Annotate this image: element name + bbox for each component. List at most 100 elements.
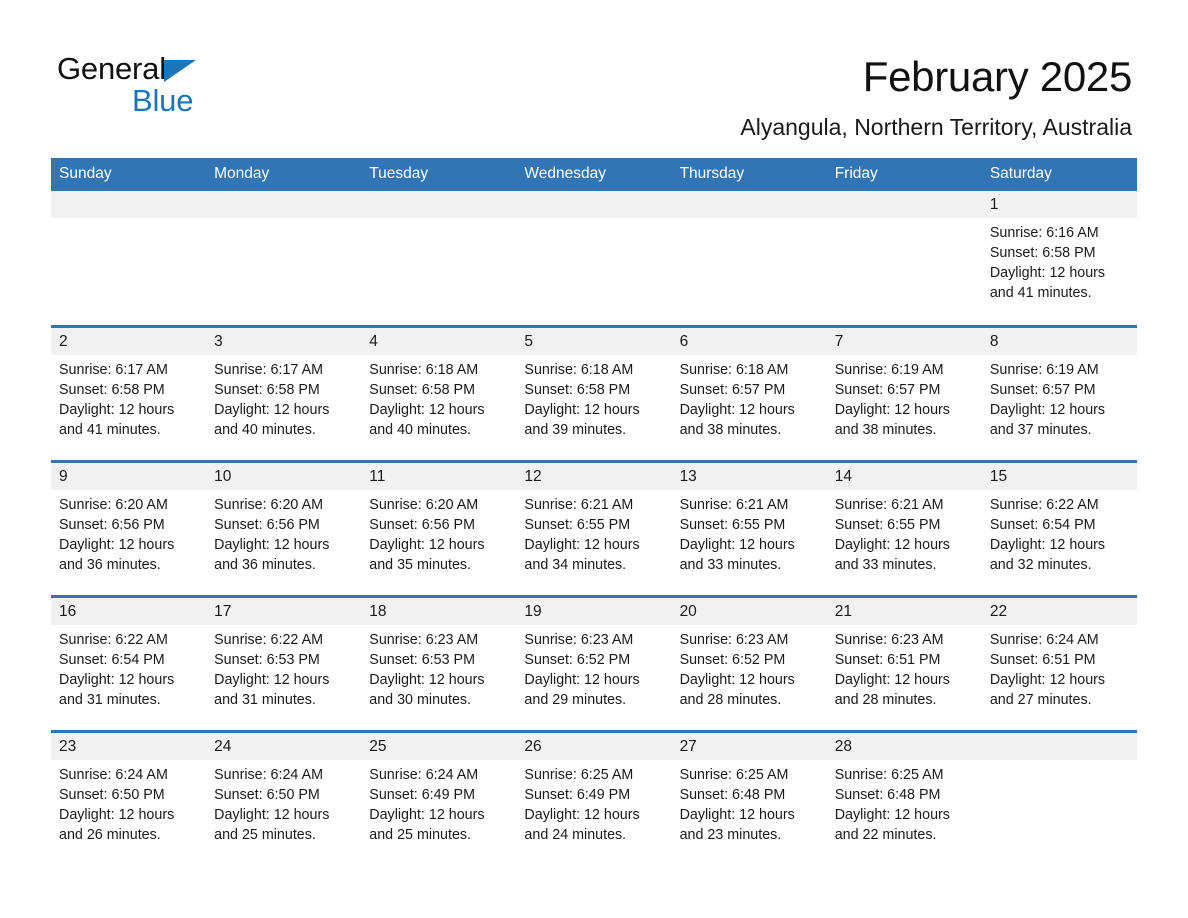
calendar-day-cell[interactable]: 15 Sunrise: 6:22 AM Sunset: 6:54 PM Dayligh…	[981, 459, 1137, 596]
day-detail-line: Sunrise: 6:19 AM	[834, 361, 944, 378]
calendar-day-cell[interactable]: 13 Sunrise: 6:21 AM Sunset: 6:55 PM Dayligh…	[671, 459, 827, 596]
triangle-flag-icon	[163, 60, 196, 82]
day-details: Sunrise: 6:19 AM Sunset: 6:57 PM Daylight:…	[827, 355, 982, 440]
day-number: 15	[981, 462, 1137, 490]
day-cell-inner: 7 Sunrise: 6:19 AM Sunset: 6:57 PM Daylight…	[826, 327, 982, 460]
day-cell-inner	[826, 191, 982, 325]
calendar-empty-cell	[516, 191, 672, 326]
calendar-day-cell[interactable]: 23 Sunrise: 6:24 AM Sunset: 6:50 PM Dayligh…	[51, 729, 207, 866]
day-detail-line: Daylight: 12 hours	[369, 536, 485, 553]
day-detail-line: Sunset: 6:50 PM	[214, 786, 320, 803]
calendar-day-cell[interactable]: 3 Sunrise: 6:17 AM Sunset: 6:58 PM Daylight…	[206, 324, 362, 461]
day-number: 25	[361, 732, 517, 760]
calendar-day-cell[interactable]: 26 Sunrise: 6:25 AM Sunset: 6:49 PM Dayligh…	[516, 729, 672, 866]
day-detail-line: Sunrise: 6:25 AM	[834, 766, 944, 783]
day-detail-line: Sunrise: 6:18 AM	[369, 361, 479, 378]
day-details: Sunrise: 6:20 AM Sunset: 6:56 PM Daylight:…	[361, 490, 516, 575]
calendar-day-cell[interactable]: 27 Sunrise: 6:25 AM Sunset: 6:48 PM Dayligh…	[671, 729, 827, 866]
day-details: Sunrise: 6:20 AM Sunset: 6:56 PM Daylight:…	[51, 490, 206, 575]
day-detail-line: Daylight: 12 hours	[214, 536, 330, 553]
day-number	[51, 191, 207, 218]
day-details: Sunrise: 6:22 AM Sunset: 6:53 PM Daylight:…	[206, 625, 361, 710]
day-detail-line: Daylight: 12 hours	[369, 401, 485, 418]
day-detail-line: Sunset: 6:54 PM	[59, 651, 165, 668]
day-details	[827, 218, 982, 223]
calendar-day-cell[interactable]: 2 Sunrise: 6:17 AM Sunset: 6:58 PM Daylight…	[51, 324, 207, 461]
day-detail-line: Sunrise: 6:23 AM	[679, 631, 789, 648]
weekday-header-wednesday: Wednesday	[516, 158, 672, 191]
day-number: 8	[981, 327, 1137, 355]
day-details: Sunrise: 6:18 AM Sunset: 6:57 PM Daylight:…	[672, 355, 827, 440]
calendar-grid: Sunday Monday Tuesday Wednesday Thursday Frid…	[51, 158, 1137, 866]
weekday-header-monday: Monday	[206, 158, 362, 191]
calendar-day-cell[interactable]: 1 Sunrise: 6:16 AM Sunset: 6:58 PM Daylight…	[981, 191, 1137, 326]
day-details: Sunrise: 6:25 AM Sunset: 6:48 PM Daylight:…	[672, 760, 827, 845]
calendar-day-cell[interactable]: 9 Sunrise: 6:20 AM Sunset: 6:56 PM Daylight…	[51, 459, 207, 596]
day-cell-inner: 15 Sunrise: 6:22 AM Sunset: 6:54 PM Dayligh…	[981, 462, 1137, 595]
calendar-day-cell[interactable]: 20 Sunrise: 6:23 AM Sunset: 6:52 PM Dayligh…	[671, 594, 827, 731]
day-detail-line: Sunrise: 6:24 AM	[214, 766, 324, 783]
day-cell-inner	[516, 191, 672, 325]
day-number: 22	[981, 597, 1137, 625]
day-cell-inner	[361, 191, 517, 325]
day-number: 21	[826, 597, 982, 625]
day-detail-line: and 41 minutes.	[59, 421, 161, 438]
calendar-day-cell[interactable]: 7 Sunrise: 6:19 AM Sunset: 6:57 PM Daylight…	[826, 324, 982, 461]
day-number	[206, 191, 362, 218]
day-detail-line: Sunrise: 6:20 AM	[59, 496, 168, 513]
calendar-day-cell[interactable]: 6 Sunrise: 6:18 AM Sunset: 6:57 PM Daylight…	[671, 324, 827, 461]
day-details	[516, 218, 671, 223]
calendar-day-cell[interactable]: 14 Sunrise: 6:21 AM Sunset: 6:55 PM Dayligh…	[826, 459, 982, 596]
day-detail-line: Sunset: 6:48 PM	[834, 786, 941, 803]
calendar-day-cell[interactable]: 16 Sunrise: 6:22 AM Sunset: 6:54 PM Dayligh…	[51, 594, 207, 731]
day-number: 13	[671, 462, 827, 490]
day-detail-line: Sunset: 6:53 PM	[369, 651, 475, 668]
day-detail-line: and 40 minutes.	[369, 421, 472, 438]
day-number	[516, 191, 672, 218]
day-detail-line: Sunrise: 6:25 AM	[524, 766, 634, 783]
calendar-day-cell[interactable]: 22 Sunrise: 6:24 AM Sunset: 6:51 PM Dayligh…	[981, 594, 1137, 731]
calendar-empty-cell	[51, 191, 207, 326]
calendar-day-cell[interactable]: 28 Sunrise: 6:25 AM Sunset: 6:48 PM Dayligh…	[826, 729, 982, 866]
calendar-day-cell[interactable]: 19 Sunrise: 6:23 AM Sunset: 6:52 PM Dayligh…	[516, 594, 672, 731]
day-detail-line: Sunset: 6:58 PM	[989, 245, 1096, 262]
day-detail-line: Daylight: 12 hours	[59, 401, 175, 418]
day-detail-line: Sunset: 6:53 PM	[214, 651, 320, 668]
day-details: Sunrise: 6:22 AM Sunset: 6:54 PM Daylight:…	[982, 490, 1137, 575]
day-detail-line: Daylight: 12 hours	[59, 671, 175, 688]
day-number: 24	[206, 732, 362, 760]
brand-name-general: General	[57, 51, 166, 86]
day-detail-line: Sunset: 6:58 PM	[59, 381, 165, 398]
day-cell-inner: 3 Sunrise: 6:17 AM Sunset: 6:58 PM Daylight…	[206, 327, 362, 460]
day-detail-line: Sunset: 6:54 PM	[989, 516, 1096, 533]
day-number: 2	[51, 327, 207, 355]
calendar-empty-cell	[206, 191, 362, 326]
day-number: 6	[671, 327, 827, 355]
day-detail-line: and 22 minutes.	[834, 826, 937, 843]
day-detail-line: Sunset: 6:50 PM	[59, 786, 165, 803]
calendar-day-cell[interactable]: 11 Sunrise: 6:20 AM Sunset: 6:56 PM Dayligh…	[361, 459, 517, 596]
calendar-day-cell[interactable]: 17 Sunrise: 6:22 AM Sunset: 6:53 PM Dayligh…	[206, 594, 362, 731]
page-header: General Blue February 2025 Alyangula, No…	[0, 0, 1188, 158]
day-cell-inner: 4 Sunrise: 6:18 AM Sunset: 6:58 PM Daylight…	[361, 327, 517, 460]
day-detail-line: Sunset: 6:52 PM	[679, 651, 786, 668]
day-detail-line: Sunrise: 6:22 AM	[989, 496, 1099, 513]
calendar-day-cell[interactable]: 24 Sunrise: 6:24 AM Sunset: 6:50 PM Dayligh…	[206, 729, 362, 866]
calendar-day-cell[interactable]: 21 Sunrise: 6:23 AM Sunset: 6:51 PM Dayligh…	[826, 594, 982, 731]
day-cell-inner: 2 Sunrise: 6:17 AM Sunset: 6:58 PM Daylight…	[51, 327, 207, 460]
day-details: Sunrise: 6:21 AM Sunset: 6:55 PM Daylight:…	[516, 490, 671, 575]
day-details: Sunrise: 6:23 AM Sunset: 6:53 PM Daylight:…	[361, 625, 516, 710]
calendar-day-cell[interactable]: 18 Sunrise: 6:23 AM Sunset: 6:53 PM Dayligh…	[361, 594, 517, 731]
day-cell-inner: 17 Sunrise: 6:22 AM Sunset: 6:53 PM Dayligh…	[206, 597, 362, 730]
calendar-day-cell[interactable]: 25 Sunrise: 6:24 AM Sunset: 6:49 PM Dayligh…	[361, 729, 517, 866]
calendar-day-cell[interactable]: 4 Sunrise: 6:18 AM Sunset: 6:58 PM Daylight…	[361, 324, 517, 461]
calendar-day-cell[interactable]: 12 Sunrise: 6:21 AM Sunset: 6:55 PM Dayligh…	[516, 459, 672, 596]
day-detail-line: Daylight: 12 hours	[214, 671, 330, 688]
day-details: Sunrise: 6:24 AM Sunset: 6:50 PM Daylight:…	[206, 760, 361, 845]
day-cell-inner: 14 Sunrise: 6:21 AM Sunset: 6:55 PM Dayligh…	[826, 462, 982, 595]
calendar-day-cell[interactable]: 5 Sunrise: 6:18 AM Sunset: 6:58 PM Daylight…	[516, 324, 672, 461]
calendar-day-cell[interactable]: 8 Sunrise: 6:19 AM Sunset: 6:57 PM Daylight…	[981, 324, 1137, 461]
calendar-day-cell[interactable]: 10 Sunrise: 6:20 AM Sunset: 6:56 PM Dayligh…	[206, 459, 362, 596]
brand-logo[interactable]: General Blue	[57, 52, 377, 128]
day-detail-line: Sunset: 6:57 PM	[834, 381, 941, 398]
